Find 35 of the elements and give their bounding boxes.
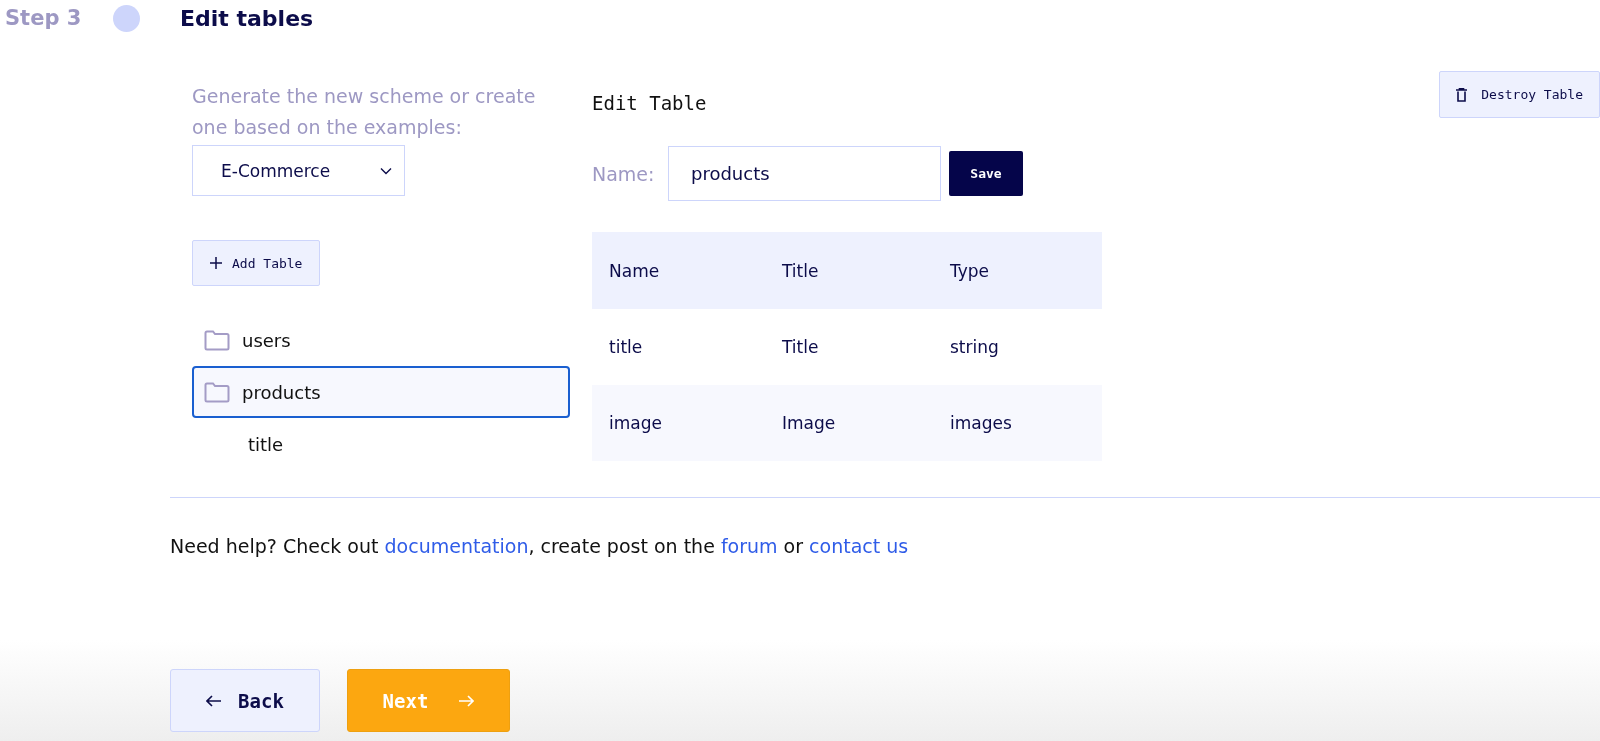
editor-title: Edit Table xyxy=(592,91,707,114)
table-cell: string xyxy=(933,309,1102,385)
trash-icon xyxy=(1456,87,1468,102)
column-header: Title xyxy=(765,232,933,309)
table-cell: images xyxy=(933,385,1102,461)
table-cell: Image xyxy=(765,385,933,461)
tree-item[interactable]: users xyxy=(192,314,570,366)
chevron-down-icon xyxy=(380,166,392,175)
save-button[interactable]: Save xyxy=(949,151,1023,196)
name-input[interactable]: products xyxy=(668,146,941,201)
table-cell: Title xyxy=(765,309,933,385)
folder-icon xyxy=(204,329,230,351)
tree-item[interactable]: products xyxy=(192,366,570,418)
arrow-left-icon xyxy=(206,694,223,707)
contact-link[interactable]: contact us xyxy=(809,535,909,557)
column-header: Type xyxy=(933,232,1102,309)
tree-item[interactable]: title xyxy=(192,418,570,470)
example-dropdown[interactable]: E-Commerce xyxy=(192,145,405,196)
name-label: Name: xyxy=(592,162,656,185)
destroy-table-button[interactable]: Destroy Table xyxy=(1439,71,1600,118)
step-title: Edit tables xyxy=(180,5,314,31)
documentation-link[interactable]: documentation xyxy=(384,535,529,557)
table-cell: title xyxy=(592,309,765,385)
help-text: Need help? Check out documentation, create post on the forum or contact us xyxy=(170,535,910,557)
column-header: Name xyxy=(592,232,765,309)
folder-icon xyxy=(204,381,230,403)
arrow-right-icon xyxy=(458,694,475,707)
step-label: Step 3 xyxy=(5,6,83,30)
add-table-button[interactable]: Add Table xyxy=(192,240,321,286)
generator-prompt: Generate the new scheme or create one based on the examples: xyxy=(192,84,537,140)
step-dot-icon xyxy=(113,4,140,32)
back-button[interactable]: Back xyxy=(170,669,320,732)
forum-link[interactable]: forum xyxy=(720,535,778,557)
plus-icon xyxy=(210,257,222,269)
table-cell: image xyxy=(592,385,765,461)
